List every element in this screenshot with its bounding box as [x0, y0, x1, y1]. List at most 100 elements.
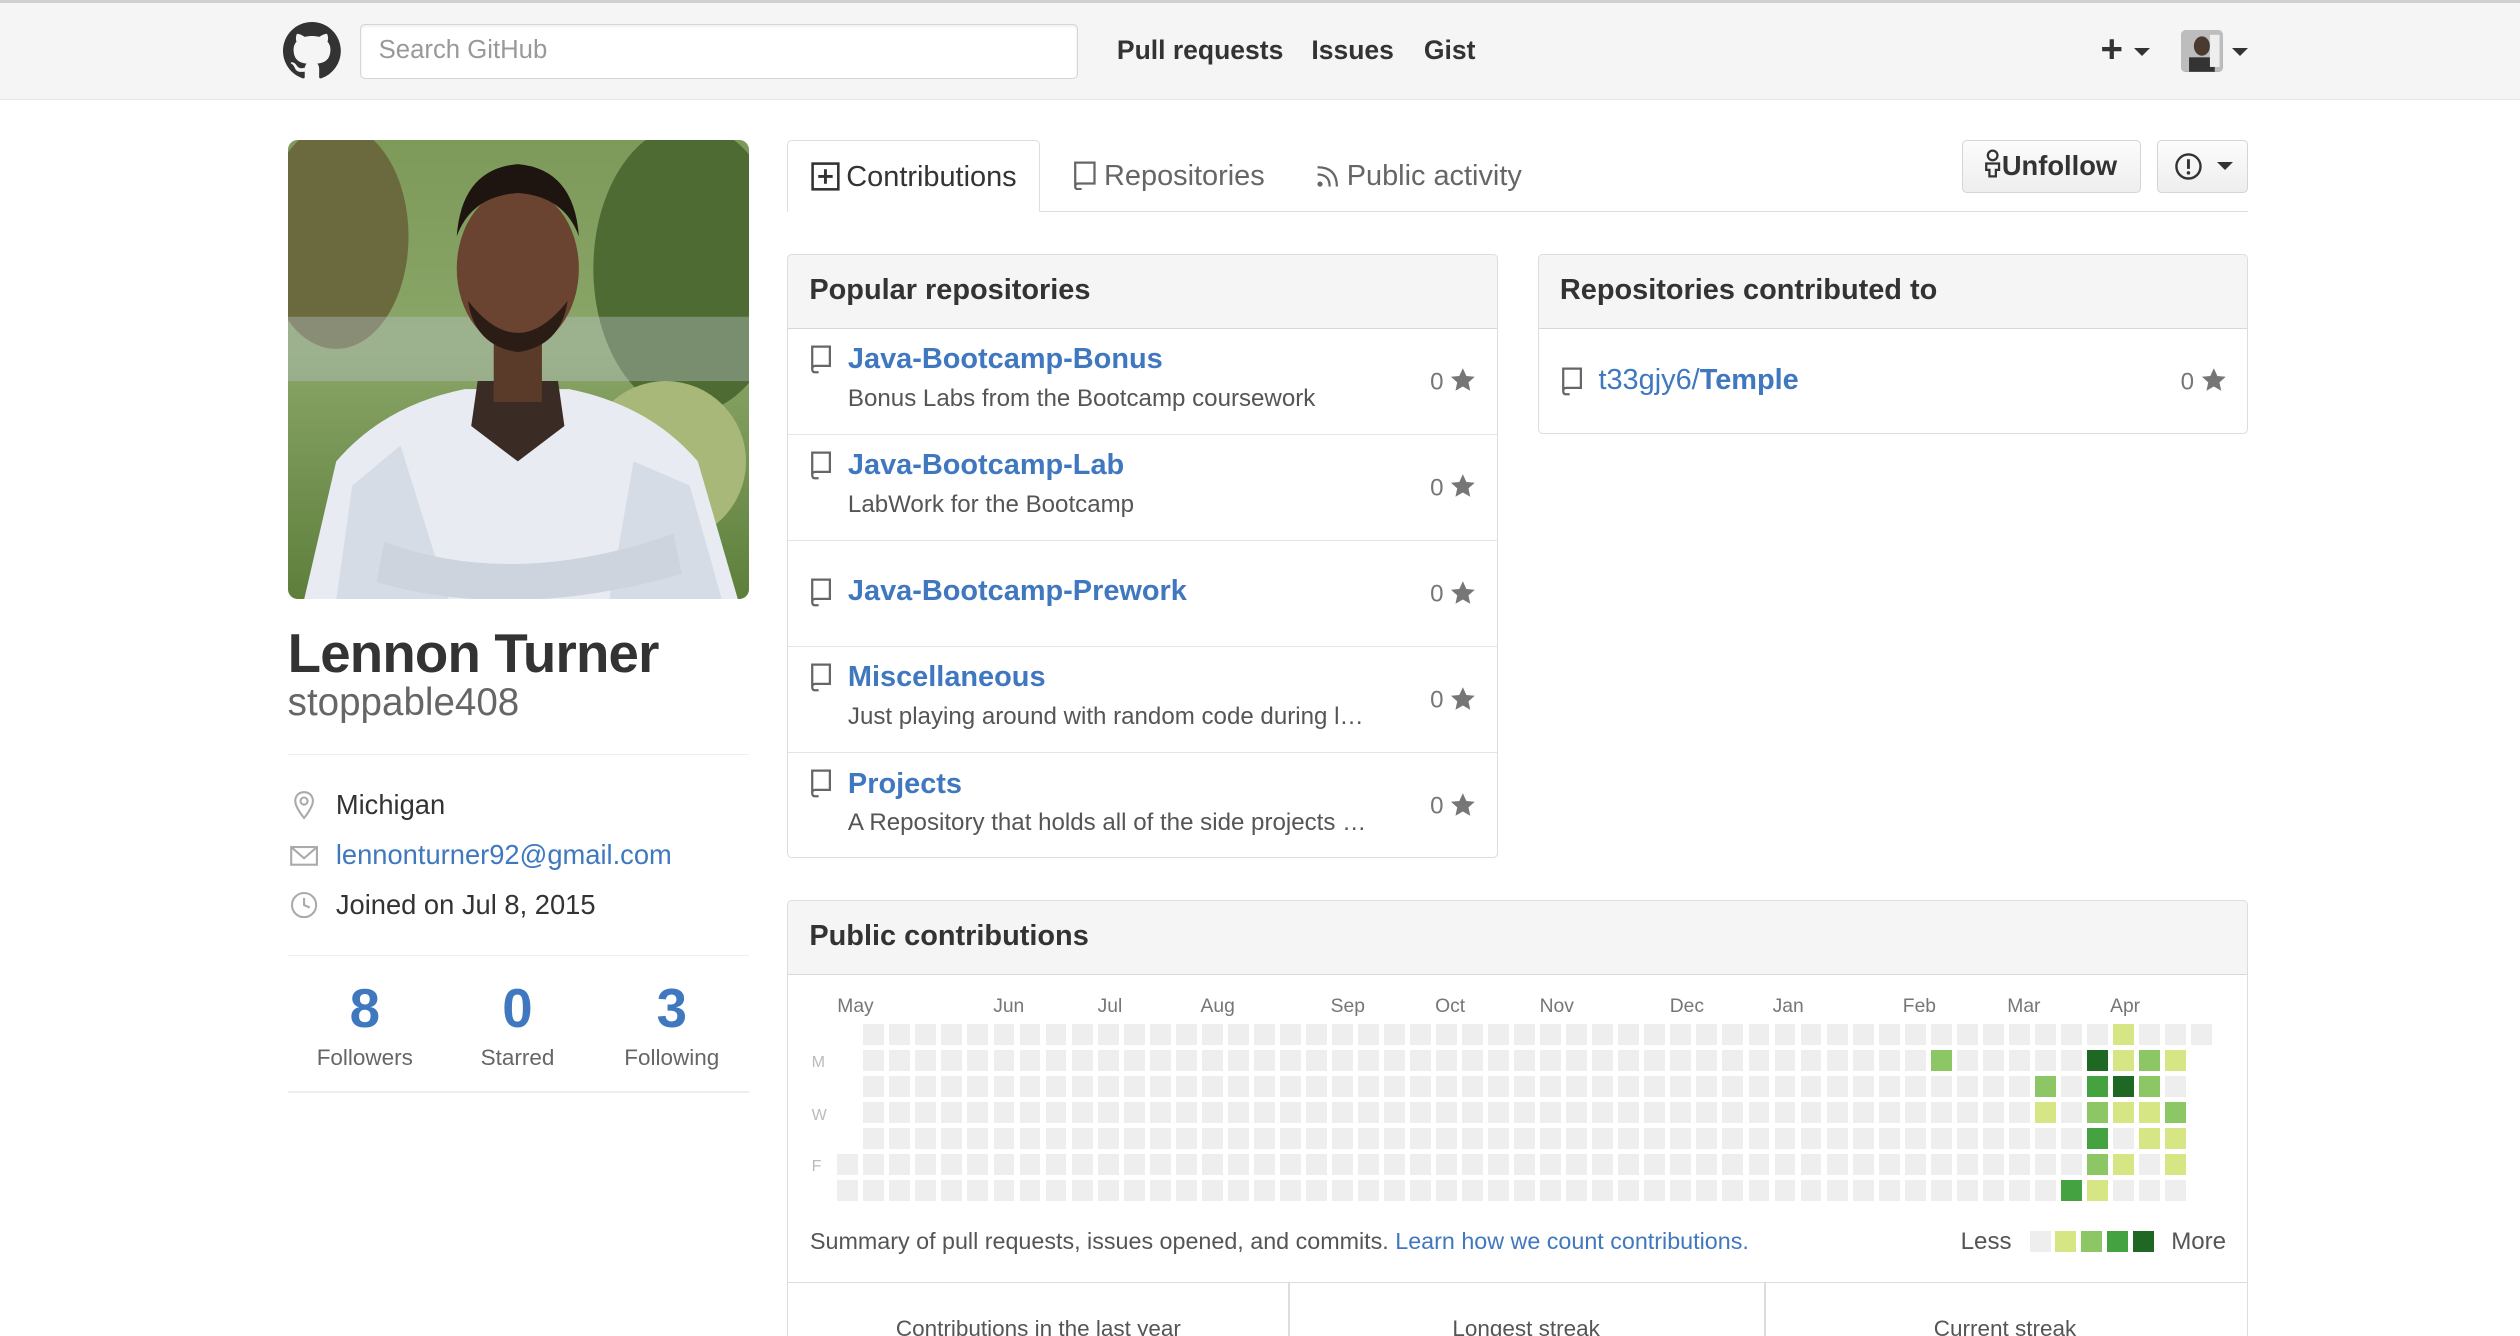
contribution-day[interactable]	[1618, 1179, 1640, 1201]
contribution-day[interactable]	[1253, 1153, 1275, 1175]
contribution-day[interactable]	[967, 1075, 989, 1097]
contribution-day[interactable]	[1514, 1179, 1536, 1201]
contribution-day[interactable]	[1279, 1049, 1301, 1071]
contribution-day[interactable]	[1696, 1153, 1718, 1175]
contribution-day[interactable]	[1279, 1153, 1301, 1175]
contribution-day[interactable]	[1644, 1153, 1666, 1175]
contribution-day[interactable]	[1331, 1075, 1353, 1097]
contribution-day[interactable]	[1852, 1049, 1874, 1071]
contribution-day[interactable]	[1253, 1049, 1275, 1071]
contribution-day[interactable]	[1488, 1153, 1510, 1175]
stat-followers[interactable]: 8 Followers	[288, 974, 442, 1071]
contribution-day[interactable]	[1826, 1153, 1848, 1175]
contribution-day[interactable]	[1644, 1127, 1666, 1149]
contribution-day[interactable]	[1357, 1127, 1379, 1149]
list-item[interactable]: Miscellaneous Just playing around with ra…	[788, 647, 1497, 754]
contribution-day[interactable]	[1592, 1101, 1614, 1123]
contribution-day[interactable]	[1722, 1179, 1744, 1201]
contribution-day[interactable]	[2165, 1075, 2186, 1097]
contribution-day[interactable]	[1436, 1179, 1457, 1201]
contribution-day[interactable]	[1904, 1049, 1926, 1071]
contribution-day[interactable]	[1566, 1049, 1588, 1071]
contribution-day[interactable]	[2060, 1049, 2082, 1071]
contribution-day[interactable]	[1331, 1127, 1353, 1149]
contribution-day[interactable]	[2113, 1127, 2134, 1149]
contribution-day[interactable]	[889, 1075, 911, 1097]
contribution-day[interactable]	[1904, 1179, 1926, 1201]
contribution-day[interactable]	[1540, 1049, 1562, 1071]
contribution-day[interactable]	[1305, 1101, 1327, 1123]
learn-contributions-link[interactable]: Learn how we count contributions.	[1395, 1228, 1749, 1254]
contribution-day[interactable]	[2139, 1049, 2160, 1071]
contribution-day[interactable]	[1670, 1127, 1692, 1149]
contribution-day[interactable]	[1227, 1075, 1249, 1097]
contribution-day[interactable]	[1956, 1153, 1978, 1175]
contribution-day[interactable]	[1644, 1023, 1666, 1045]
contribution-day[interactable]	[1045, 1153, 1067, 1175]
contribution-day[interactable]	[1175, 1127, 1197, 1149]
contribution-day[interactable]	[2113, 1153, 2134, 1175]
list-item[interactable]: Java-Bootcamp-Lab LabWork for the Bootcam…	[788, 435, 1497, 541]
contribution-day[interactable]	[1123, 1049, 1145, 1071]
contribution-day[interactable]	[915, 1101, 937, 1123]
contribution-day[interactable]	[1540, 1153, 1562, 1175]
contribution-day[interactable]	[993, 1075, 1015, 1097]
contribution-day[interactable]	[2165, 1049, 2186, 1071]
contribution-day[interactable]	[1670, 1153, 1692, 1175]
contribution-day[interactable]	[1644, 1179, 1666, 1201]
contribution-day[interactable]	[1201, 1075, 1223, 1097]
contribution-day[interactable]	[1800, 1127, 1822, 1149]
contribution-day[interactable]	[1201, 1023, 1223, 1045]
contribution-day[interactable]	[1123, 1101, 1145, 1123]
contribution-day[interactable]	[1097, 1075, 1119, 1097]
contribution-day[interactable]	[2113, 1075, 2134, 1097]
contribution-day[interactable]	[1982, 1075, 2004, 1097]
contribution-day[interactable]	[2165, 1179, 2186, 1201]
contribution-day[interactable]	[1097, 1153, 1119, 1175]
contribution-day[interactable]	[863, 1023, 885, 1045]
contribution-day[interactable]	[863, 1127, 885, 1149]
contribution-day[interactable]	[941, 1023, 963, 1045]
contribution-day[interactable]	[2113, 1179, 2134, 1201]
contribution-day[interactable]	[1045, 1023, 1067, 1045]
contribution-day[interactable]	[889, 1127, 911, 1149]
contribution-day[interactable]	[1514, 1049, 1536, 1071]
contribution-day[interactable]	[1982, 1101, 2004, 1123]
repo-name-link[interactable]: Miscellaneous	[848, 661, 1046, 694]
contribution-day[interactable]	[1149, 1075, 1171, 1097]
contribution-day[interactable]	[1852, 1153, 1874, 1175]
contribution-day[interactable]	[1904, 1075, 1926, 1097]
contribution-day[interactable]	[1305, 1127, 1327, 1149]
contribution-day[interactable]	[1305, 1075, 1327, 1097]
contribution-day[interactable]	[1410, 1153, 1431, 1175]
contribution-day[interactable]	[1644, 1101, 1666, 1123]
contribution-day[interactable]	[967, 1101, 989, 1123]
contribution-day[interactable]	[1514, 1075, 1536, 1097]
contribution-day[interactable]	[1566, 1153, 1588, 1175]
contribution-day[interactable]	[1618, 1127, 1640, 1149]
contribution-day[interactable]	[1149, 1023, 1171, 1045]
contribution-day[interactable]	[1279, 1127, 1301, 1149]
contribution-day[interactable]	[1878, 1049, 1900, 1071]
contribution-day[interactable]	[2034, 1101, 2056, 1123]
repo-name-link[interactable]: Java-Bootcamp-Prework	[848, 575, 1187, 608]
contribution-day[interactable]	[1253, 1179, 1275, 1201]
contribution-day[interactable]	[1123, 1127, 1145, 1149]
contribution-day[interactable]	[1305, 1023, 1327, 1045]
contribution-day[interactable]	[2165, 1101, 2186, 1123]
contribution-day[interactable]	[1566, 1101, 1588, 1123]
contribution-day[interactable]	[2034, 1049, 2056, 1071]
contribution-day[interactable]	[2165, 1153, 2186, 1175]
contribution-day[interactable]	[2086, 1127, 2108, 1149]
contribution-day[interactable]	[1253, 1075, 1275, 1097]
contribution-day[interactable]	[941, 1075, 963, 1097]
contribution-day[interactable]	[1800, 1101, 1822, 1123]
contribution-day[interactable]	[993, 1101, 1015, 1123]
contribution-day[interactable]	[1175, 1179, 1197, 1201]
contribution-day[interactable]	[1488, 1049, 1510, 1071]
contribution-day[interactable]	[1488, 1075, 1510, 1097]
contribution-day[interactable]	[1357, 1049, 1379, 1071]
contribution-day[interactable]	[1826, 1049, 1848, 1071]
contribution-day[interactable]	[1982, 1023, 2004, 1045]
contribution-day[interactable]	[1826, 1127, 1848, 1149]
